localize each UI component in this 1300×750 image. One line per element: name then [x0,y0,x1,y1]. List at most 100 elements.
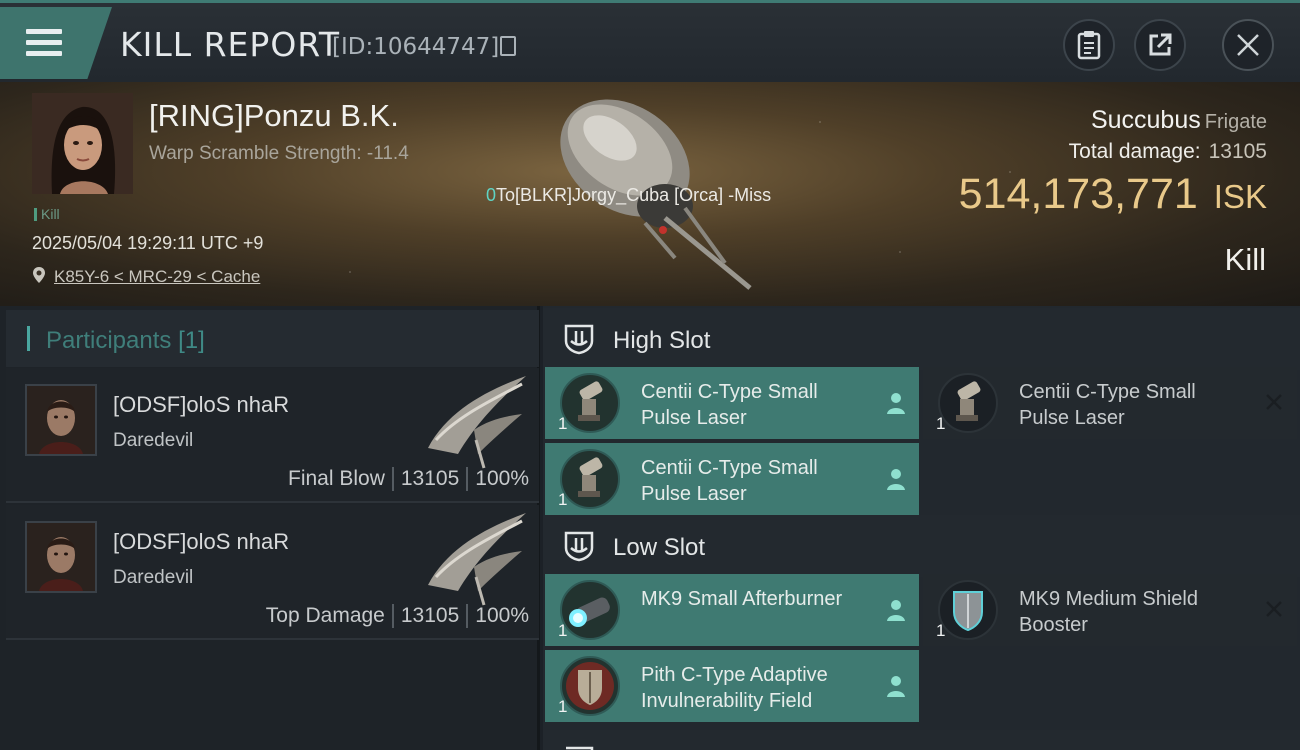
destroyed-x-icon [1266,394,1282,410]
divider [466,604,469,628]
module-image [560,373,620,433]
menu-icon [26,29,62,57]
module-card[interactable]: 1 Centii C-Type Small Pulse Laser [545,443,919,515]
module-name: Centii C-Type Small Pulse Laser [1019,381,1196,429]
pilot-icon [887,676,905,697]
module-card[interactable]: 1 Pith C-Type Adaptive Invulnerability F… [545,650,919,722]
victim-avatar[interactable] [32,93,133,194]
portrait-image [32,93,133,194]
menu-button[interactable] [0,7,112,79]
module-image [938,373,998,433]
slot-shield-icon [564,324,594,355]
module-quantity: 1 [936,621,946,640]
module-image [560,580,620,640]
victim-name[interactable]: [RING]Ponzu B.K. [149,98,399,134]
slot-shield-icon [566,746,594,750]
slot-shield-icon [564,531,594,562]
participant-role: Final Blow [288,467,385,490]
total-damage: Total damage: 13105 [1069,140,1267,164]
participant-avatar[interactable] [25,521,97,593]
module-quantity: 1 [558,490,568,509]
report-id: [ID:10644747] [332,34,500,60]
kill-timestamp: 2025/05/04 19:29:11 UTC +9 [32,233,264,253]
location-link[interactable]: K85Y-6 < MRC-29 < Cache [54,267,260,287]
destroyed-x-icon [1266,601,1282,617]
participant-avatar[interactable] [25,384,97,456]
warp-scramble-strength: Warp Scramble Strength: -11.4 [149,143,409,164]
module-name: Centii C-Type Small Pulse Laser [641,381,818,429]
high-slot-title: High Slot [613,327,711,354]
header-accent-bar [27,326,30,351]
participant-percent: 100% [475,604,529,627]
attacker-text: To[BLKR]Jorgy_Cuba [Orca] -Miss [496,185,772,205]
pilot-icon [887,393,905,414]
participant-damage: 13105 [400,604,460,627]
divider [466,467,469,491]
module-card[interactable]: 1 MK9 Medium Shield Booster [923,574,1297,646]
participant-role: Top Damage [265,604,385,627]
divider [391,604,394,628]
pilot-icon [887,600,905,621]
participant-name[interactable]: [ODSF]oloS nhaR [113,392,289,418]
attacker-note: 0To[BLKR]Jorgy_Cuba [Orca] -Miss [486,185,771,206]
victim-banner: [RING]Ponzu B.K. Warp Scramble Strength:… [0,82,1300,306]
share-button[interactable] [1134,19,1186,71]
clipboard-icon [1077,31,1101,60]
clipboard-button[interactable] [1063,19,1115,71]
isk-value: 514,173,771 ISK [959,170,1267,219]
fitting-panel: High Slot 1 Centii C-Type Small Pulse La… [543,306,1300,750]
participant-percent: 100% [475,467,529,490]
module-quantity: 1 [558,414,568,433]
module-card[interactable]: 1 MK9 Small Afterburner [545,574,919,646]
ship-name[interactable]: Succubus [1091,106,1201,134]
participants-panel: Participants [1] [ODSF]oloS nhaR Daredev… [0,306,540,750]
module-name: MK9 Small Afterburner [641,588,843,610]
module-image [560,656,620,716]
portrait-image [27,523,95,591]
participant-stats: Top Damage 13105 100% [266,604,529,628]
attacker-count: 0 [486,185,497,205]
share-icon [1149,33,1172,56]
module-name: Centii C-Type Small Pulse Laser [641,457,818,505]
module-name: MK9 Medium Shield Booster [1019,588,1198,636]
module-quantity: 1 [558,621,568,640]
participant-row[interactable]: [ODSF]oloS nhaR Daredevil Top Damage 131… [6,505,539,640]
portrait-image [27,386,95,454]
top-bar: KILL REPORT [ID:10644747] [0,0,1300,82]
module-card[interactable]: 1 Centii C-Type Small Pulse Laser [545,367,919,439]
module-image [560,449,620,509]
low-slot-header: Low Slot [543,515,1300,577]
isk-unit: ISK [1213,178,1267,215]
kill-result: Kill [1224,242,1266,277]
module-quantity: 1 [936,414,946,433]
low-slot-title: Low Slot [613,534,706,561]
copy-icon[interactable] [500,36,516,56]
module-image [938,580,998,640]
ship-class: Frigate [1204,111,1267,133]
divider [391,467,394,491]
module-quantity: 1 [558,697,568,716]
participant-stats: Final Blow 13105 100% [288,467,529,491]
participant-ship: Daredevil [113,567,194,588]
close-button[interactable] [1222,19,1274,71]
page-title: KILL REPORT [120,25,340,64]
high-slot-header: High Slot [543,308,1300,370]
participant-ship-render [428,376,526,469]
participant-name[interactable]: [ODSF]oloS nhaR [113,529,289,555]
isk-amount: 514,173,771 [958,170,1198,218]
close-icon [1237,34,1259,56]
module-card[interactable]: 1 Centii C-Type Small Pulse Laser [923,367,1297,439]
module-name: Pith C-Type Adaptive Invulnerability Fie… [641,664,828,712]
participants-label: Participants [46,327,172,354]
participant-ship-render [428,513,526,606]
total-damage-value: 13105 [1208,140,1267,163]
pilot-icon [887,469,905,490]
mid-slot-header-partial [543,730,1300,750]
participant-row[interactable]: [ODSF]oloS nhaR Daredevil Final Blow 131… [6,368,539,503]
participants-title: Participants [1] [46,327,205,355]
kill-tag: Kill [34,206,60,222]
participants-header[interactable]: Participants [1] [6,310,539,367]
location-pin-icon [33,267,45,283]
participant-damage: 13105 [400,467,460,490]
participant-ship: Daredevil [113,430,194,451]
